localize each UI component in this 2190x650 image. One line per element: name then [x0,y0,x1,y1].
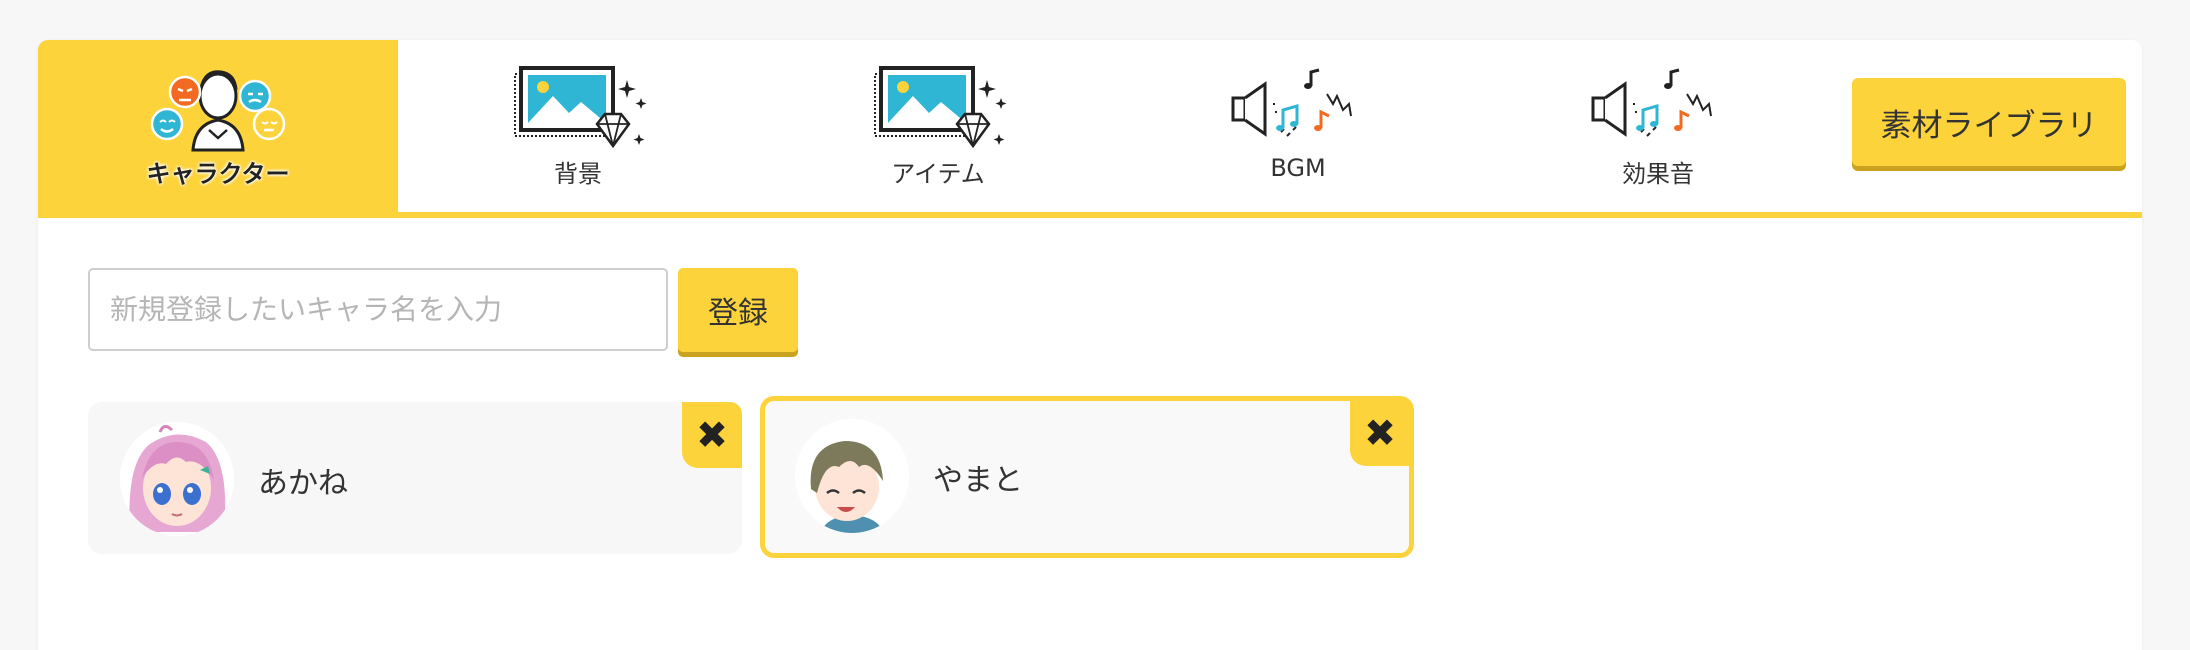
register-button[interactable]: 登録 [678,268,798,352]
delete-character-button[interactable]: ✖ [1350,400,1410,466]
character-card-akane[interactable]: あかね ✖ [88,402,742,554]
tab-label: BGM [1270,154,1326,182]
delete-character-button[interactable]: ✖ [682,402,742,468]
close-icon: ✖ [696,413,728,457]
main-panel: キャラクター 背景 アイテム BGM 効果音 素材ライブラリ 新規登録したいキャ… [38,40,2142,650]
asset-tab-bar: キャラクター 背景 アイテム BGM 効果音 素材ライブラリ [38,40,2142,218]
tab-label: アイテム [891,160,985,188]
bgm-speaker-icon [1231,68,1352,137]
tab-sound-effect[interactable]: 効果音 [1478,40,1838,212]
avatar [795,419,909,533]
sound-effect-speaker-icon [1591,68,1712,137]
character-faces-icon [150,70,286,152]
background-image-icon [514,66,647,149]
close-icon: ✖ [1364,411,1396,455]
character-name: あかね [258,466,348,501]
yamato-avatar-icon [795,419,909,533]
avatar [120,422,234,536]
tab-background[interactable]: 背景 [398,40,758,212]
character-card-yamato[interactable]: やまと ✖ [760,396,1414,558]
tab-character[interactable]: キャラクター [38,40,398,212]
character-name: やまと [933,463,1023,498]
tab-label: キャラクター [146,160,290,188]
tab-bgm[interactable]: BGM [1118,40,1478,212]
material-library-button[interactable]: 素材ライブラリ [1852,78,2126,166]
item-image-icon [874,66,1007,149]
tab-item[interactable]: アイテム [758,40,1118,212]
tab-label: 効果音 [1622,160,1694,188]
tab-label: 背景 [554,160,602,188]
akane-avatar-icon [120,422,234,536]
character-name-input[interactable] [88,268,668,351]
